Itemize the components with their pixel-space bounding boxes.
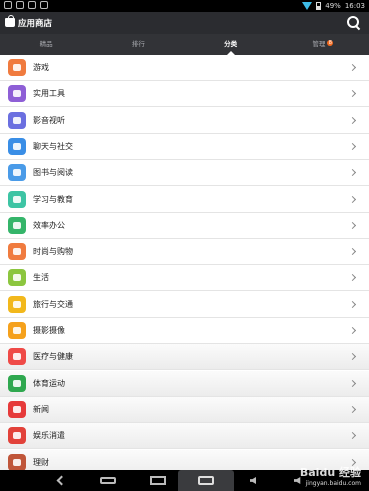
paper-plane-icon: [8, 269, 26, 287]
category-row[interactable]: 生活: [0, 265, 369, 292]
shopping-bag-icon: [8, 243, 26, 261]
category-label: 体育运动: [33, 378, 65, 388]
chevron-right-icon: [348, 221, 357, 229]
calendar-icon: [8, 216, 26, 234]
chevron-right-icon: [348, 379, 357, 387]
home-button[interactable]: [100, 473, 116, 488]
screenshot-icon: [198, 476, 214, 485]
category-label: 医疗与健康: [33, 352, 73, 362]
notification-icon: [28, 1, 36, 9]
chevron-right-icon: [348, 142, 357, 150]
chevron-right-icon: [348, 300, 357, 308]
category-label: 摄影摄像: [33, 326, 65, 335]
category-row[interactable]: 体育运动: [0, 370, 369, 397]
tab-ranking[interactable]: 排行: [92, 34, 184, 55]
watermark: Baidu 经验 jingyan.baidu.com: [299, 466, 361, 487]
category-label: 影音视听: [33, 115, 65, 125]
back-button[interactable]: [56, 473, 70, 488]
category-label: 聊天与社交: [33, 141, 73, 151]
category-row[interactable]: 新闻: [0, 396, 369, 423]
category-list: 游戏实用工具影音视听聊天与社交图书与阅读学习与教育效率办公时尚与购物生活旅行与交…: [0, 55, 369, 470]
app-title: 应用商店: [18, 19, 53, 29]
notification-icon: [40, 1, 48, 9]
category-label: 理财: [33, 457, 49, 467]
heart-icon: [8, 348, 26, 366]
headphones-icon: [8, 111, 26, 129]
chevron-right-icon: [348, 169, 357, 177]
chevron-right-icon: [348, 274, 357, 282]
category-row[interactable]: 学习与教育: [0, 186, 369, 213]
category-label: 图书与阅读: [33, 168, 73, 178]
chat-icon: [8, 137, 26, 155]
volume-down-icon: [250, 477, 256, 484]
shopping-bag-icon: [5, 15, 15, 27]
category-row[interactable]: 聊天与社交: [0, 133, 369, 160]
tab-featured[interactable]: 精品: [0, 34, 92, 55]
wrench-icon: [8, 85, 26, 103]
category-row[interactable]: 图书与阅读: [0, 160, 369, 187]
category-row[interactable]: 实用工具: [0, 81, 369, 108]
system-nav-bar: Baidu 经验 jingyan.baidu.com: [0, 466, 369, 491]
category-label: 游戏: [33, 63, 49, 72]
chevron-right-icon: [348, 326, 357, 335]
notification-icons: [4, 1, 48, 9]
status-bar: 49% 16:03: [0, 0, 369, 12]
category-label: 学习与教育: [33, 194, 73, 204]
chevron-right-icon: [348, 90, 357, 98]
category-label: 娱乐消遣: [33, 431, 65, 441]
category-label: 新闻: [33, 404, 49, 414]
sport-flag-icon: [8, 374, 26, 392]
chevron-right-icon: [348, 195, 357, 203]
tab-categories[interactable]: 分类: [185, 34, 277, 55]
clock: 16:03: [344, 2, 365, 10]
update-badge: 8: [327, 40, 334, 46]
suitcase-icon: [8, 295, 26, 313]
notification-icon: [4, 1, 12, 9]
chevron-right-icon: [348, 405, 357, 413]
volume-down-button[interactable]: [248, 473, 262, 488]
category-row[interactable]: 效率办公: [0, 212, 369, 239]
home-icon: [100, 477, 116, 484]
category-row[interactable]: 医疗与健康: [0, 344, 369, 371]
tab-bar: 精品 排行 分类 管理 8: [0, 34, 369, 55]
recent-apps-button[interactable]: [150, 473, 166, 488]
category-label: 实用工具: [33, 89, 65, 99]
category-label: 旅行与交通: [33, 299, 73, 309]
search-icon[interactable]: [347, 16, 361, 30]
gamepad-icon: [8, 59, 26, 76]
category-row[interactable]: 娱乐消遣: [0, 423, 369, 450]
category-row[interactable]: 旅行与交通: [0, 291, 369, 318]
screenshot-button[interactable]: [178, 470, 234, 491]
back-icon: [56, 475, 67, 486]
category-row[interactable]: 摄影摄像: [0, 318, 369, 344]
flask-icon: [8, 190, 26, 208]
category-row[interactable]: 游戏: [0, 55, 369, 81]
chevron-right-icon: [348, 63, 357, 72]
wifi-icon: [302, 2, 313, 10]
category-row[interactable]: 影音视听: [0, 107, 369, 134]
camcorder-icon: [8, 322, 26, 339]
chevron-right-icon: [348, 116, 357, 124]
chevron-right-icon: [348, 353, 357, 361]
book-icon: [8, 164, 26, 182]
chevron-right-icon: [348, 248, 357, 256]
app-bar: 应用商店: [0, 12, 369, 34]
chevron-right-icon: [348, 432, 357, 440]
category-label: 生活: [33, 273, 49, 283]
newspaper-icon: [8, 400, 26, 418]
notification-icon: [16, 1, 24, 9]
recent-apps-icon: [150, 476, 166, 485]
microphone-icon: [8, 427, 26, 445]
category-label: 效率办公: [33, 220, 65, 230]
tab-manage[interactable]: 管理 8: [277, 34, 369, 55]
category-label: 时尚与购物: [33, 247, 73, 257]
money-icon: [8, 453, 26, 470]
battery-icon: [316, 2, 322, 10]
battery-level: 49%: [325, 2, 341, 10]
category-row[interactable]: 时尚与购物: [0, 239, 369, 266]
